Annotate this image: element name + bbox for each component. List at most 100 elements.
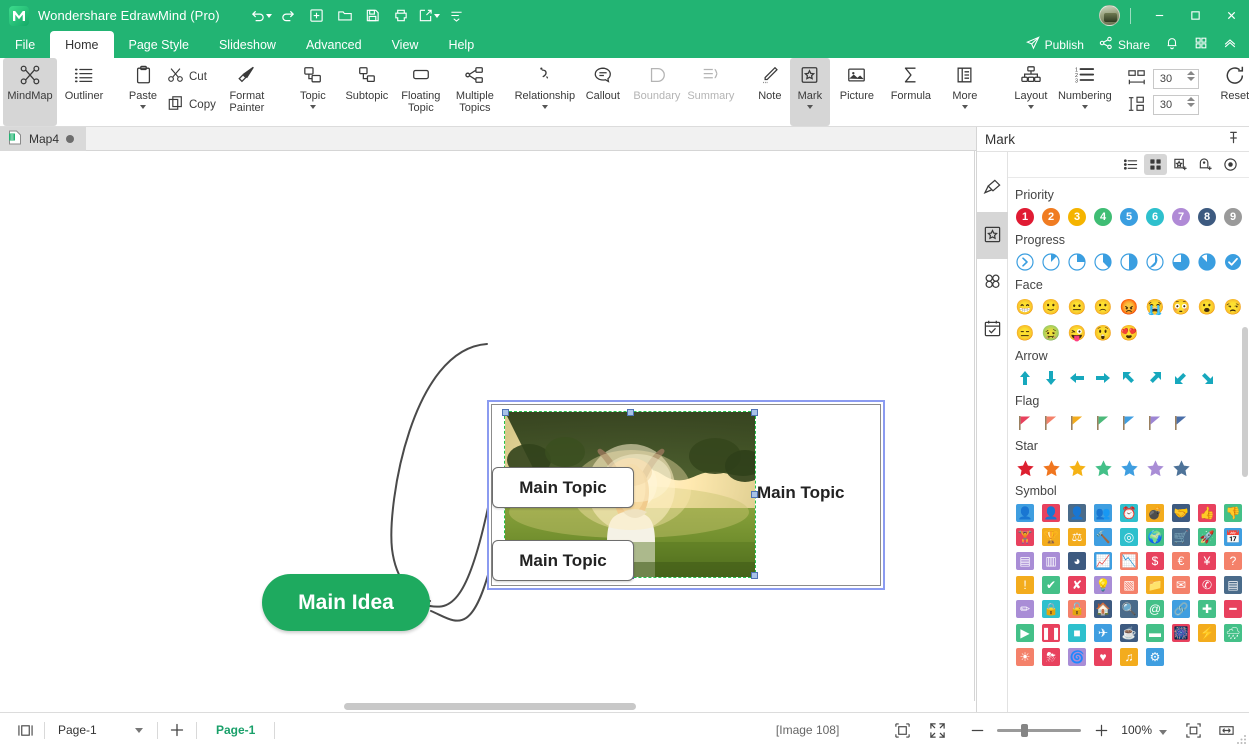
symbol-mark-folder[interactable]: 📁	[1143, 573, 1167, 597]
symbol-mark-cart[interactable]: 🛒	[1169, 525, 1193, 549]
symbol-mark-lock[interactable]: 🔒	[1039, 597, 1063, 621]
menu-tab-file[interactable]: File	[0, 31, 50, 58]
star-mark-1[interactable]	[1013, 456, 1037, 480]
symbol-mark-coffee[interactable]: ☕	[1117, 621, 1141, 645]
symbol-mark-table[interactable]: ▤	[1013, 549, 1037, 573]
zoom-level-value[interactable]: 100%	[1121, 723, 1152, 737]
ribbon-note-button[interactable]: Note	[750, 58, 790, 126]
redo-button[interactable]	[276, 4, 302, 28]
ribbon-boundary-button[interactable]: Boundary	[630, 58, 684, 126]
symbol-mark-exclamation[interactable]: !	[1013, 573, 1037, 597]
symbol-mark-cross[interactable]: ✘	[1065, 573, 1089, 597]
symbol-mark-bomb[interactable]: 💣	[1143, 501, 1167, 525]
export-dropdown-icon[interactable]	[433, 13, 440, 18]
flag-mark-3[interactable]	[1065, 411, 1089, 435]
face-mark-angry[interactable]: 😡	[1117, 295, 1141, 319]
zoom-slider-thumb[interactable]	[1021, 723, 1029, 737]
central-topic[interactable]: Main Idea	[262, 574, 430, 631]
arrow-mark-right[interactable]	[1091, 366, 1115, 390]
vertical-spacing-steppers[interactable]	[1186, 97, 1195, 107]
star-mark-5[interactable]	[1117, 456, 1141, 480]
symbol-mark-scales[interactable]: ⚖	[1065, 525, 1089, 549]
menu-tab-page-style[interactable]: Page Style	[114, 31, 204, 58]
symbol-mark-battery[interactable]: ▬	[1143, 621, 1167, 645]
star-mark-4[interactable]	[1091, 456, 1115, 480]
symbol-mark-trophy[interactable]: 🏆	[1039, 525, 1063, 549]
face-mark-nauseated[interactable]: 🤢	[1039, 321, 1063, 345]
progress-mark-50[interactable]	[1117, 250, 1141, 274]
print-button[interactable]	[388, 4, 414, 28]
symbol-mark-user[interactable]: 👤	[1013, 501, 1037, 525]
undo-button[interactable]	[248, 4, 274, 28]
symbol-mark-target[interactable]: ◎	[1117, 525, 1141, 549]
list-view-button[interactable]	[1119, 154, 1142, 175]
pin-icon[interactable]	[1227, 131, 1240, 147]
face-mark-surprised[interactable]: 😮	[1195, 295, 1219, 319]
face-mark-cry[interactable]: 😭	[1143, 295, 1167, 319]
fit-selection-button[interactable]	[1180, 718, 1206, 742]
symbol-mark-alarm-clock[interactable]: ⏰	[1117, 501, 1141, 525]
share-button[interactable]: Share	[1093, 33, 1156, 56]
canvas-horizontal-scroll-thumb[interactable]	[344, 703, 636, 710]
topic-dropdown-icon[interactable]	[309, 105, 316, 109]
ribbon-cut-button[interactable]: Cut	[163, 65, 220, 88]
face-mark-frown[interactable]: 🙁	[1091, 295, 1115, 319]
ribbon-subtopic-button[interactable]: Subtopic	[340, 58, 394, 126]
flag-mark-6[interactable]	[1143, 411, 1167, 435]
new-button[interactable]	[304, 4, 330, 28]
star-mark-2[interactable]	[1039, 456, 1063, 480]
symbol-mark-area-chart[interactable]: 📉	[1117, 549, 1141, 573]
symbol-mark-globe[interactable]: 🌍	[1143, 525, 1167, 549]
symbol-mark-handshake[interactable]: 🤝	[1169, 501, 1193, 525]
symbol-mark-minus[interactable]: ━	[1221, 597, 1245, 621]
symbol-mark-euro[interactable]: €	[1169, 549, 1193, 573]
ribbon-reset-button[interactable]: Reset	[1208, 58, 1249, 126]
mark-panel-scroll-thumb[interactable]	[1242, 327, 1248, 477]
priority-mark-6[interactable]: 6	[1143, 205, 1167, 229]
star-mark-3[interactable]	[1065, 456, 1089, 480]
symbol-mark-heart[interactable]: ♥	[1091, 645, 1115, 669]
page-select[interactable]: Page-1	[51, 719, 151, 741]
face-mark-neutral[interactable]: 😐	[1065, 295, 1089, 319]
ribbon-more-button[interactable]: More	[938, 58, 992, 126]
face-mark-smile[interactable]: 🙂	[1039, 295, 1063, 319]
star-mark-7[interactable]	[1169, 456, 1193, 480]
arrow-mark-left[interactable]	[1065, 366, 1089, 390]
face-mark-grin[interactable]: 😁	[1013, 295, 1037, 319]
zoom-dropdown-icon[interactable]	[1159, 729, 1167, 735]
ribbon-numbering-button[interactable]: 1 2 3 Numbering	[1058, 58, 1112, 126]
symbol-mark-plus[interactable]: ✚	[1195, 597, 1219, 621]
arrow-mark-up-right[interactable]	[1143, 366, 1167, 390]
page-tab-page-1[interactable]: Page-1	[203, 723, 268, 737]
progress-mark-25[interactable]	[1065, 250, 1089, 274]
apps-button[interactable]	[1188, 33, 1214, 56]
ribbon-mark-button[interactable]: Mark	[789, 58, 830, 126]
resize-grip[interactable]	[1236, 734, 1247, 745]
symbol-mark-user-alt[interactable]: 👤	[1039, 501, 1063, 525]
symbol-mark-music[interactable]: ♫	[1117, 645, 1141, 669]
panel-tab-style[interactable]	[977, 165, 1008, 212]
open-button[interactable]	[332, 4, 358, 28]
arrow-mark-down-right[interactable]	[1195, 366, 1219, 390]
close-button[interactable]	[1213, 0, 1249, 31]
symbol-mark-pencil[interactable]: ✏	[1013, 597, 1037, 621]
collapse-ribbon-button[interactable]	[1217, 33, 1243, 56]
symbol-mark-check[interactable]: ✔	[1039, 573, 1063, 597]
priority-mark-3[interactable]: 3	[1065, 205, 1089, 229]
panel-tab-clipart[interactable]	[977, 259, 1008, 306]
symbol-mark-weight[interactable]: 🏋	[1013, 525, 1037, 549]
document-tab-map4[interactable]: Map4	[0, 126, 87, 151]
arrow-mark-up[interactable]	[1013, 366, 1037, 390]
ribbon-outliner-button[interactable]: Outliner	[57, 58, 111, 126]
menu-tab-view[interactable]: View	[377, 31, 434, 58]
symbol-mark-document[interactable]: ▤	[1221, 573, 1245, 597]
notifications-button[interactable]	[1159, 33, 1185, 56]
image-handle-se[interactable]	[751, 572, 758, 579]
progress-mark-62[interactable]	[1143, 250, 1167, 274]
symbol-mark-pause[interactable]: ❚❚	[1039, 621, 1063, 645]
image-handle-ne[interactable]	[751, 409, 758, 416]
export-button[interactable]	[416, 4, 442, 28]
progress-mark-0[interactable]	[1013, 250, 1037, 274]
mark-panel-sections[interactable]: Priority 1 2 3 4 5 6 7 8 9 Progress Face…	[1008, 178, 1249, 712]
symbol-mark-link[interactable]: 🔗	[1169, 597, 1193, 621]
